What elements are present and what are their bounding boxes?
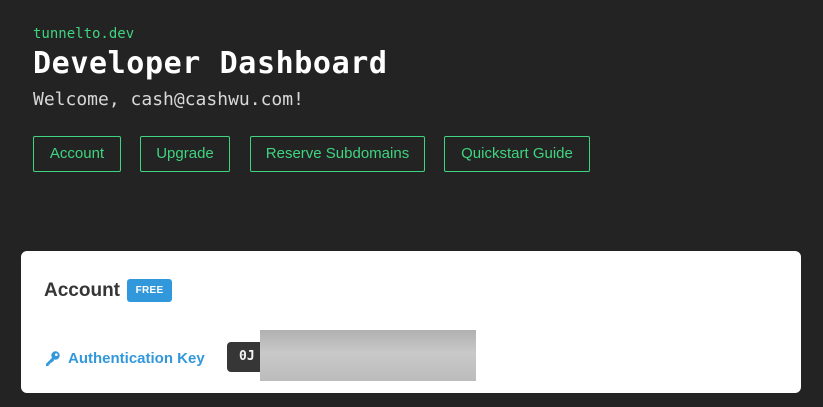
auth-key-text: 0J — [239, 349, 255, 364]
auth-key-redaction-overlay — [260, 330, 476, 381]
authentication-key-link[interactable]: Authentication Key — [44, 347, 205, 369]
upgrade-button[interactable]: Upgrade — [140, 136, 230, 172]
quickstart-guide-button[interactable]: Quickstart Guide — [444, 136, 590, 172]
reserve-subdomains-button[interactable]: Reserve Subdomains — [250, 136, 425, 172]
account-button[interactable]: Account — [33, 136, 121, 172]
key-icon — [44, 350, 61, 367]
welcome-message: Welcome, cash@cashwu.com! — [33, 89, 304, 110]
page-title: Developer Dashboard — [33, 46, 388, 81]
tier-badge: FREE — [127, 279, 172, 302]
account-card: Account FREE Authentication Key 0J — [21, 251, 801, 393]
authentication-key-label: Authentication Key — [68, 349, 205, 367]
brand-name: tunnelto.dev — [33, 26, 135, 42]
account-card-title: Account — [44, 280, 120, 301]
